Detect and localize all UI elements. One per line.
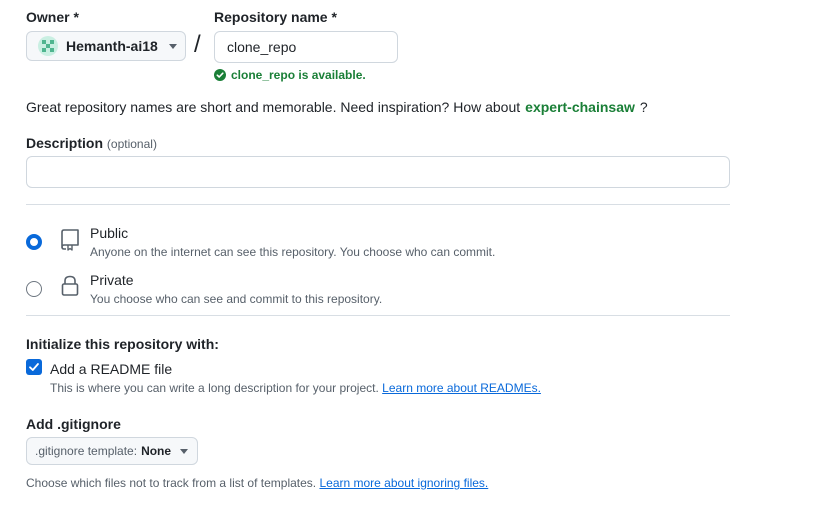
chevron-down-icon bbox=[169, 43, 177, 49]
description-input[interactable] bbox=[26, 156, 730, 188]
public-title: Public bbox=[90, 225, 129, 241]
availability-text: clone_repo is available. bbox=[231, 68, 366, 82]
readme-desc: This is where you can write a long descr… bbox=[50, 381, 379, 395]
repo-icon bbox=[61, 229, 79, 251]
private-radio[interactable] bbox=[26, 281, 42, 297]
public-radio[interactable] bbox=[26, 234, 42, 250]
readme-label[interactable]: Add a README file bbox=[50, 361, 172, 377]
checkmark-icon bbox=[29, 363, 39, 371]
description-label-text: Description bbox=[26, 135, 104, 151]
repo-name-label: Repository name * bbox=[214, 9, 337, 25]
avatar bbox=[38, 36, 58, 56]
owner-name: Hemanth-ai18 bbox=[66, 38, 158, 54]
public-desc: Anyone on the internet can see this repo… bbox=[90, 245, 496, 259]
private-title: Private bbox=[90, 272, 134, 288]
gitignore-select-prefix: .gitignore template: bbox=[35, 444, 138, 458]
hint-end: ? bbox=[639, 99, 648, 115]
readme-learn-more-link[interactable]: Learn more about READMEs. bbox=[382, 381, 541, 395]
owner-label: Owner * bbox=[26, 9, 79, 25]
owner-repo-separator: / bbox=[194, 31, 201, 58]
check-circle-icon bbox=[214, 69, 226, 81]
init-heading: Initialize this repository with: bbox=[26, 336, 219, 352]
readme-checkbox[interactable] bbox=[26, 359, 42, 375]
private-desc: You choose who can see and commit to thi… bbox=[90, 292, 383, 306]
description-label: Description (optional) bbox=[26, 135, 157, 151]
name-suggestion[interactable]: expert-chainsaw bbox=[525, 99, 635, 115]
owner-dropdown[interactable]: Hemanth-ai18 bbox=[26, 31, 186, 61]
divider bbox=[26, 204, 730, 205]
chevron-down-icon bbox=[180, 448, 189, 454]
gitignore-desc: Choose which files not to track from a l… bbox=[26, 476, 317, 490]
gitignore-template-select[interactable]: .gitignore template: None bbox=[26, 437, 199, 465]
gitignore-select-value: None bbox=[141, 444, 172, 458]
name-hint: Great repository names are short and mem… bbox=[26, 99, 648, 115]
repo-name-input[interactable]: clone_repo bbox=[214, 31, 398, 63]
readme-desc-line: This is where you can write a long descr… bbox=[50, 381, 541, 395]
lock-icon bbox=[61, 275, 79, 296]
gitignore-heading: Add .gitignore bbox=[26, 416, 121, 432]
divider bbox=[26, 315, 730, 316]
gitignore-learn-more-link[interactable]: Learn more about ignoring files. bbox=[319, 476, 488, 490]
optional-tag: (optional) bbox=[106, 137, 157, 151]
availability-status: clone_repo is available. bbox=[214, 68, 366, 82]
gitignore-desc-line: Choose which files not to track from a l… bbox=[26, 476, 488, 490]
hint-text: Great repository names are short and mem… bbox=[26, 99, 521, 115]
